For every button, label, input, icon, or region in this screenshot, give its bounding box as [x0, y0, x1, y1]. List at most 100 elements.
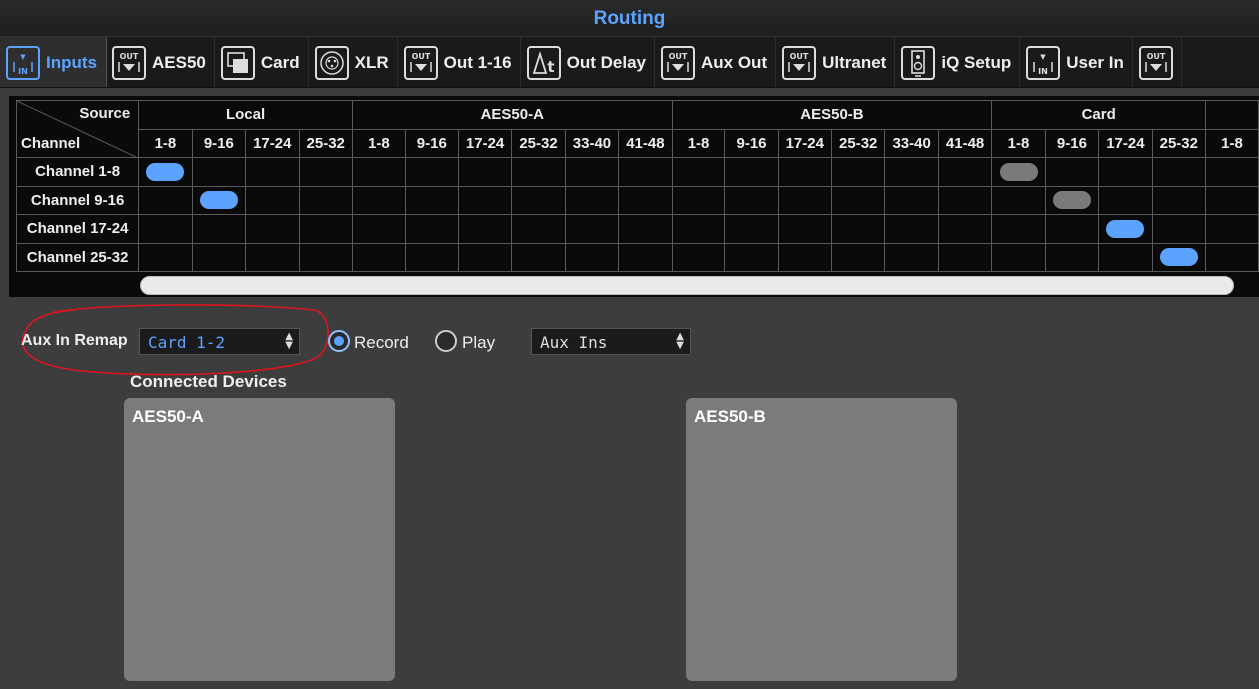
routing-cell[interactable]: [830, 185, 886, 215]
routing-cell[interactable]: [298, 157, 353, 187]
routing-cell[interactable]: [671, 157, 726, 187]
play-radio[interactable]: [435, 330, 457, 352]
routing-cell[interactable]: [618, 185, 673, 215]
routing-cell[interactable]: [937, 214, 993, 244]
tab-iq-setup[interactable]: iQ Setup: [895, 37, 1021, 87]
routing-cell[interactable]: [884, 185, 939, 215]
routing-cell[interactable]: [618, 157, 673, 187]
routing-cell[interactable]: [1151, 157, 1207, 187]
routing-cell[interactable]: [511, 242, 566, 272]
tab-more[interactable]: OUT: [1133, 37, 1182, 87]
routing-cell[interactable]: [1205, 157, 1259, 187]
aux-ins-select[interactable]: Aux Ins ▲ ▼: [531, 328, 691, 355]
routing-cell[interactable]: [1044, 185, 1100, 215]
routing-cell[interactable]: [351, 214, 406, 244]
routing-cell[interactable]: [404, 214, 459, 244]
routing-cell[interactable]: [245, 157, 300, 187]
routing-cell[interactable]: [404, 157, 459, 187]
routing-cell[interactable]: [1205, 242, 1259, 272]
routing-cell[interactable]: [884, 157, 939, 187]
routing-cell[interactable]: [991, 157, 1046, 187]
routing-cell[interactable]: [564, 214, 620, 244]
routing-cell[interactable]: [564, 185, 620, 215]
routing-cell[interactable]: [724, 214, 779, 244]
routing-cell[interactable]: [457, 157, 513, 187]
routing-cell[interactable]: [1044, 214, 1100, 244]
routing-cell[interactable]: [1098, 185, 1153, 215]
routing-cell[interactable]: [1151, 242, 1207, 272]
routing-cell[interactable]: [1044, 157, 1100, 187]
device-panel-aes50-b[interactable]: AES50-B: [686, 398, 957, 681]
routing-cell[interactable]: [991, 185, 1046, 215]
record-radio[interactable]: [328, 330, 350, 352]
tab-out-1-16[interactable]: OUT Out 1-16: [398, 37, 521, 87]
routing-cell[interactable]: [618, 242, 673, 272]
routing-cell[interactable]: [564, 242, 620, 272]
aux-in-remap-select[interactable]: Card 1-2 ▲ ▼: [139, 328, 300, 355]
horizontal-scrollbar[interactable]: [140, 276, 1234, 295]
tab-aes50[interactable]: OUT AES50: [106, 37, 215, 87]
tab-ultranet[interactable]: OUT Ultranet: [776, 37, 896, 87]
routing-cell[interactable]: [724, 242, 779, 272]
routing-cell[interactable]: [777, 242, 833, 272]
routing-cell[interactable]: [351, 185, 406, 215]
routing-cell[interactable]: [245, 185, 300, 215]
tab-aux-out[interactable]: OUT Aux Out: [655, 37, 777, 87]
routing-cell[interactable]: [298, 242, 353, 272]
routing-cell[interactable]: [724, 157, 779, 187]
tab-user-in[interactable]: ▼ IN User In: [1020, 37, 1133, 87]
tab-card[interactable]: Card: [215, 37, 309, 87]
routing-cell[interactable]: [777, 185, 833, 215]
routing-cell[interactable]: [351, 242, 406, 272]
routing-cell[interactable]: [1098, 157, 1153, 187]
routing-cell[interactable]: [777, 214, 833, 244]
routing-cell[interactable]: [245, 242, 300, 272]
routing-cell[interactable]: [937, 157, 993, 187]
routing-cell[interactable]: [511, 214, 566, 244]
routing-cell[interactable]: [511, 185, 566, 215]
routing-cell[interactable]: [830, 214, 886, 244]
routing-cell[interactable]: [298, 185, 353, 215]
routing-cell[interactable]: [404, 242, 459, 272]
routing-cell[interactable]: [1098, 214, 1153, 244]
routing-cell[interactable]: [191, 242, 247, 272]
routing-cell[interactable]: [937, 185, 993, 215]
routing-cell[interactable]: [991, 242, 1046, 272]
routing-cell[interactable]: [138, 242, 193, 272]
routing-cell[interactable]: [245, 214, 300, 244]
routing-cell[interactable]: [191, 185, 247, 215]
routing-cell[interactable]: [191, 157, 247, 187]
routing-cell[interactable]: [138, 157, 193, 187]
routing-cell[interactable]: [457, 185, 513, 215]
routing-cell[interactable]: [138, 214, 193, 244]
routing-cell[interactable]: [564, 157, 620, 187]
routing-cell[interactable]: [1151, 185, 1207, 215]
routing-cell[interactable]: [298, 214, 353, 244]
routing-cell[interactable]: [138, 185, 193, 215]
routing-cell[interactable]: [351, 157, 406, 187]
routing-cell[interactable]: [1098, 242, 1153, 272]
routing-cell[interactable]: [671, 242, 726, 272]
tab-out-delay[interactable]: t Out Delay: [521, 37, 655, 87]
routing-cell[interactable]: [1205, 214, 1259, 244]
routing-cell[interactable]: [671, 185, 726, 215]
routing-cell[interactable]: [724, 185, 779, 215]
routing-cell[interactable]: [937, 242, 993, 272]
routing-cell[interactable]: [1044, 242, 1100, 272]
device-panel-aes50-a[interactable]: AES50-A: [124, 398, 395, 681]
routing-cell[interactable]: [884, 242, 939, 272]
routing-cell[interactable]: [457, 242, 513, 272]
tab-xlr[interactable]: XLR: [309, 37, 398, 87]
routing-cell[interactable]: [191, 214, 247, 244]
routing-cell[interactable]: [618, 214, 673, 244]
routing-cell[interactable]: [1151, 214, 1207, 244]
routing-cell[interactable]: [404, 185, 459, 215]
routing-cell[interactable]: [511, 157, 566, 187]
tab-inputs[interactable]: ▼ IN Inputs: [0, 37, 107, 87]
routing-cell[interactable]: [777, 157, 833, 187]
routing-cell[interactable]: [830, 157, 886, 187]
routing-cell[interactable]: [884, 214, 939, 244]
routing-cell[interactable]: [457, 214, 513, 244]
routing-cell[interactable]: [1205, 185, 1259, 215]
routing-cell[interactable]: [830, 242, 886, 272]
